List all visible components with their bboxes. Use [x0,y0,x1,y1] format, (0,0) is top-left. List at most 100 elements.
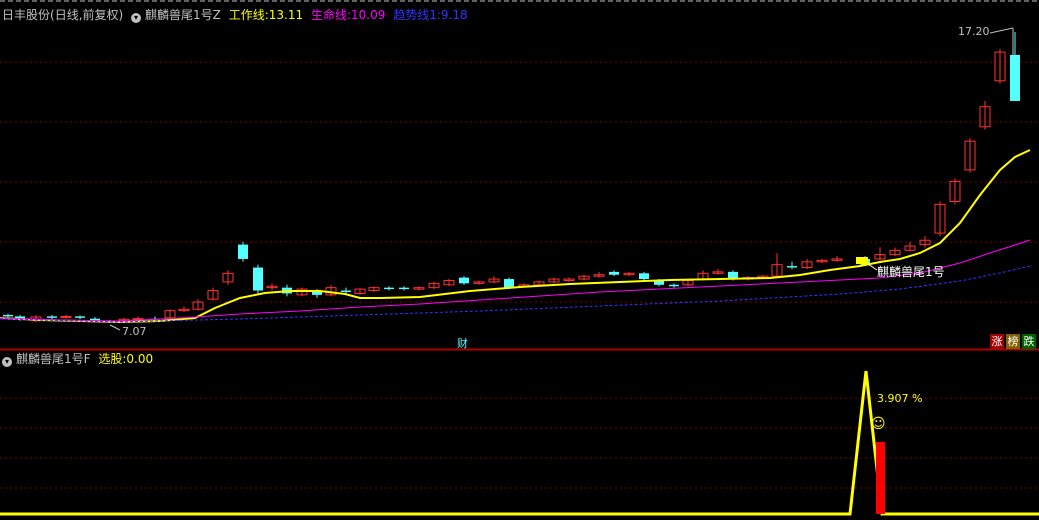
top-strip-mark [568,0,573,2]
down-rank-button[interactable]: 跌 [1022,334,1036,349]
top-strip-mark [184,0,189,2]
stock-name[interactable]: 日丰股份 [2,8,50,22]
top-strip-mark [624,0,629,2]
top-strip-mark [424,0,429,2]
top-strip-mark [112,0,117,2]
top-strip-mark [40,0,45,2]
top-strip-mark [144,0,149,2]
candle-body [669,284,679,287]
indicator-menu-icon[interactable]: ▾ [131,13,142,23]
top-strip-mark [992,0,997,2]
top-strip-mark [896,0,901,2]
top-strip-mark [48,0,53,2]
top-strip-mark [768,0,773,2]
top-strip-mark [712,0,717,2]
top-strip-mark [256,0,261,2]
high-price-label: 17.20 [958,25,990,38]
candle-body [459,277,469,284]
top-strip-mark [656,0,661,2]
trend-label: 趋势线1: [393,8,441,22]
top-strip-mark [536,0,541,2]
top-strip-mark [344,0,349,2]
top-strip-mark [280,0,285,2]
top-strip-mark [472,0,477,2]
top-strip-mark [120,0,125,2]
candle-body [253,267,263,291]
top-strip-mark [432,0,437,2]
top-strip-mark [248,0,253,2]
candle-body [238,244,248,259]
top-strip-mark [728,0,733,2]
top-strip-mark [272,0,277,2]
top-strip-mark [224,0,229,2]
top-strip-mark [864,0,869,2]
top-strip-mark [840,0,845,2]
top-strip-mark [352,0,357,2]
top-strip-mark [128,0,133,2]
work-line [0,149,1031,324]
trend-value: 9.18 [440,8,468,22]
top-strip-mark [488,0,493,2]
top-strip-mark [744,0,749,2]
top-strip-mark [96,0,101,2]
top-strip-mark [608,0,613,2]
sub-indicator-menu-icon[interactable]: ▾ [2,357,12,367]
top-strip-mark [880,0,885,2]
select-value: 0.00 [126,352,154,366]
top-strip-mark [664,0,669,2]
top-strip-mark [936,0,941,2]
top-strip-mark [888,0,893,2]
top-strip-mark [912,0,917,2]
top-strip-mark [304,0,309,2]
top-strip-mark [24,0,29,2]
top-strip-mark [56,0,61,2]
top-strip-mark [688,0,693,2]
top-strip-mark [976,0,981,2]
top-strip-mark [952,0,957,2]
top-strip-mark [552,0,557,2]
top-strip-mark [720,0,725,2]
top-strip-mark [960,0,965,2]
candle-body [399,287,409,290]
top-strip-mark [1008,0,1013,2]
main-header: 日丰股份(日线,前复权) ▾ 麒麟兽尾1号Z 工作线:13.11 生命线:10.0… [2,8,472,23]
candle-body [504,279,514,288]
top-strip-mark [928,0,933,2]
candle-body [1010,54,1020,101]
top-strip-mark [320,0,325,2]
top-strip-mark [216,0,221,2]
select-label: 选股: [98,352,127,366]
top-strip-mark [968,0,973,2]
candle-body [639,273,649,280]
top-strip-mark [592,0,597,2]
candle-body [787,266,797,268]
up-rank-button[interactable]: 涨 [990,334,1004,349]
indicator-name[interactable]: 麒麟兽尾1号Z [145,8,221,22]
sub-indicator-name[interactable]: 麒麟兽尾1号F [16,352,91,366]
top-strip-mark [704,0,709,2]
top-strip-mark [808,0,813,2]
top-strip-mark [80,0,85,2]
work-value: 13.11 [268,8,304,22]
top-strip-mark [528,0,533,2]
top-strip-mark [512,0,517,2]
low-arrow [109,324,121,331]
top-strip-mark [160,0,165,2]
signal-candle [856,257,868,264]
rank-button[interactable]: 榜 [1006,334,1020,349]
top-strip-mark [408,0,413,2]
top-strip-mark [232,0,237,2]
top-strip-mark [648,0,653,2]
top-strip-mark [784,0,789,2]
top-strip-mark [264,0,269,2]
top-strip-mark [168,0,173,2]
top-strip-mark [584,0,589,2]
top-strip-mark [600,0,605,2]
top-strip-mark [200,0,205,2]
top-strip-mark [296,0,301,2]
candle-body [609,271,619,275]
candle-body [60,315,72,318]
finance-marker[interactable]: 财 [457,335,468,351]
top-strip-mark [640,0,645,2]
top-strip-mark [920,0,925,2]
